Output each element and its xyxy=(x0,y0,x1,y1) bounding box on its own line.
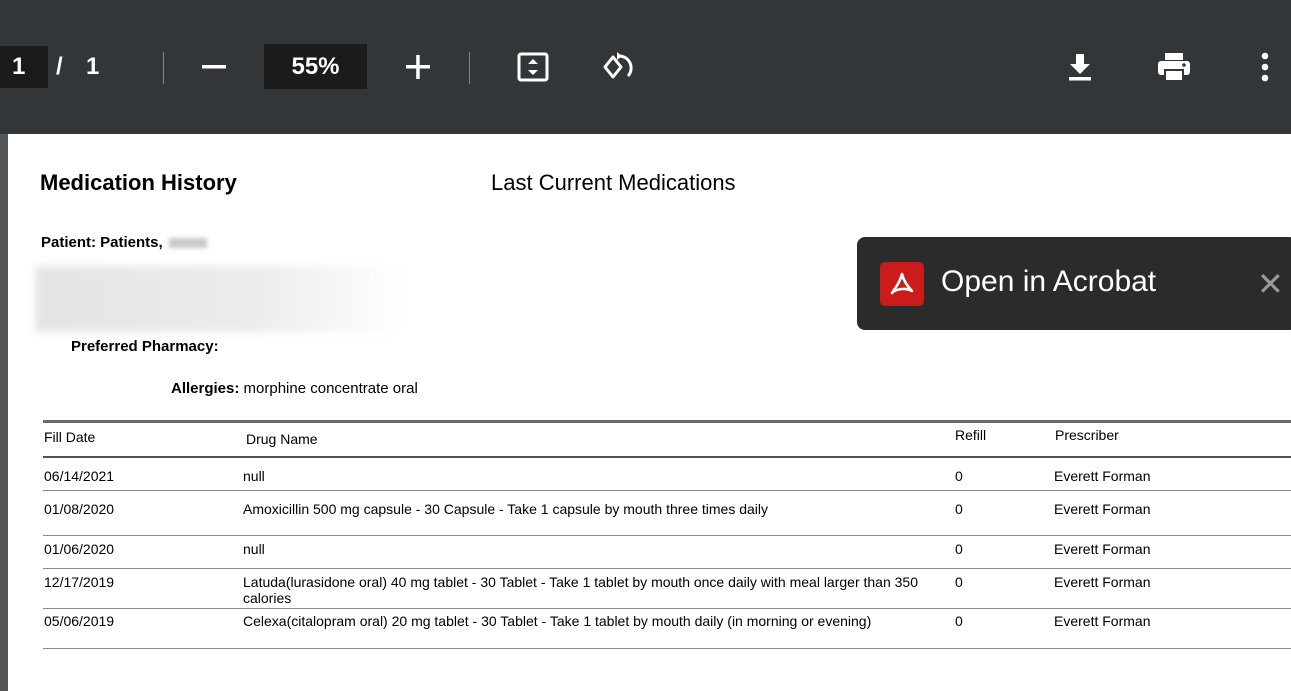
col-header-fill-date: Fill Date xyxy=(44,429,96,445)
close-icon[interactable]: ✕ xyxy=(1257,265,1284,303)
page-title: Medication History xyxy=(40,170,237,195)
more-actions-button[interactable] xyxy=(1243,45,1287,89)
page-total: 1 xyxy=(86,53,100,80)
print-icon xyxy=(1158,53,1190,82)
fill-date: 01/06/2020 xyxy=(44,541,115,557)
refill: 0 xyxy=(955,613,963,629)
fit-to-page-button[interactable] xyxy=(511,45,555,89)
fill-date: 01/08/2020 xyxy=(44,501,115,517)
table-header-rule xyxy=(43,456,1291,458)
prescriber: Everett Forman xyxy=(1054,501,1151,517)
fit-page-icon xyxy=(517,52,549,82)
more-vert-icon xyxy=(1261,52,1269,82)
patient-name: Patient: Patients, xyxy=(41,234,207,251)
drug-name: Amoxicillin 500 mg capsule - 30 Capsule … xyxy=(243,501,768,517)
refill: 0 xyxy=(955,501,963,517)
page-number-input[interactable]: 1 xyxy=(0,46,48,88)
row-divider xyxy=(43,535,1291,536)
refill: 0 xyxy=(955,468,963,484)
row-divider xyxy=(43,568,1291,569)
plus-icon xyxy=(406,55,430,79)
col-header-drug-name: Drug Name xyxy=(246,431,318,447)
rotate-button[interactable] xyxy=(596,45,640,89)
fill-date: 05/06/2019 xyxy=(44,613,115,629)
col-header-prescriber: Prescriber xyxy=(1055,427,1119,443)
allergies-value: morphine concentrate oral xyxy=(239,380,418,397)
prescriber: Everett Forman xyxy=(1054,468,1151,484)
col-header-refill: Refill xyxy=(955,427,987,443)
row-divider xyxy=(43,648,1291,649)
toolbar-divider xyxy=(469,52,470,84)
open-in-acrobat-banner[interactable]: Open in Acrobat ✕ xyxy=(857,237,1291,330)
minus-icon xyxy=(202,65,226,69)
table-top-rule xyxy=(43,420,1291,423)
acrobat-icon xyxy=(880,262,924,306)
refill: 0 xyxy=(955,574,963,590)
rotate-icon xyxy=(603,52,633,79)
fill-date: 06/14/2021 xyxy=(44,468,115,484)
open-in-acrobat-label[interactable]: Open in Acrobat xyxy=(941,265,1156,299)
row-divider xyxy=(43,490,1291,491)
patient-label: Patient: Patients, xyxy=(41,234,163,251)
page-subtitle: Last Current Medications xyxy=(491,170,736,195)
download-icon xyxy=(1069,54,1091,81)
pdf-toolbar: 1 / 1 55% xyxy=(0,0,1291,134)
allergies: Allergies: morphine concentrate oral xyxy=(171,380,418,397)
preferred-pharmacy-label: Preferred Pharmacy: xyxy=(71,338,219,355)
zoom-level-input[interactable]: 55% xyxy=(264,44,367,89)
prescriber: Everett Forman xyxy=(1054,613,1151,629)
zoom-out-button[interactable] xyxy=(192,45,236,89)
zoom-in-button[interactable] xyxy=(396,45,440,89)
print-button[interactable] xyxy=(1152,45,1196,89)
drug-name: Latuda(lurasidone oral) 40 mg tablet - 3… xyxy=(243,574,918,606)
drug-name: Celexa(citalopram oral) 20 mg tablet - 3… xyxy=(243,613,872,629)
drug-name: null xyxy=(243,468,265,484)
pdf-page: Medication History Last Current Medicati… xyxy=(8,134,1291,691)
toolbar-divider xyxy=(163,52,164,84)
prescriber: Everett Forman xyxy=(1054,541,1151,557)
refill: 0 xyxy=(955,541,963,557)
allergies-label: Allergies: xyxy=(171,380,240,397)
row-divider xyxy=(43,608,1291,609)
page-separator: / xyxy=(56,53,63,80)
redacted-first-name xyxy=(168,238,207,249)
fill-date: 12/17/2019 xyxy=(44,574,115,590)
drug-name: null xyxy=(243,541,265,557)
download-button[interactable] xyxy=(1058,45,1102,89)
redacted-patient-details xyxy=(35,266,405,332)
prescriber: Everett Forman xyxy=(1054,574,1151,590)
